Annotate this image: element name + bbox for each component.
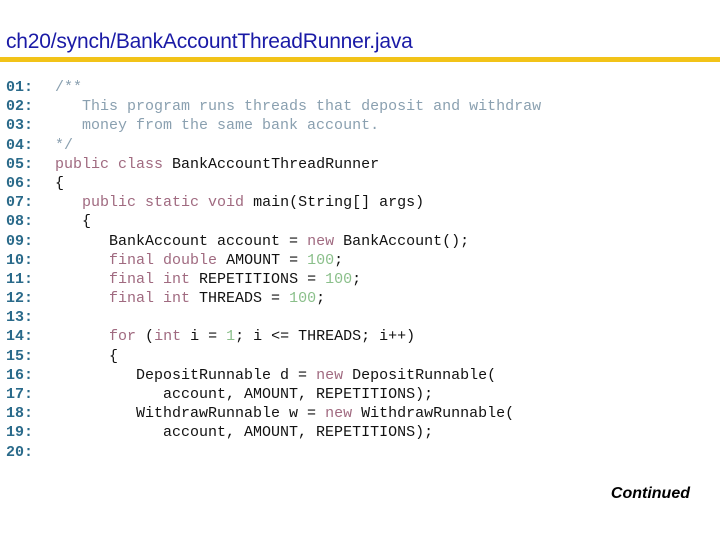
code-line: 12: final int THREADS = 100; — [6, 289, 541, 308]
code-line: 09: BankAccount account = new BankAccoun… — [6, 232, 541, 251]
line-number: 13: — [6, 309, 34, 327]
code-text: i = — [181, 328, 227, 346]
code-text: { — [55, 174, 65, 192]
code-line: 17: account, AMOUNT, REPETITIONS); — [6, 385, 541, 404]
line-number: 04: — [6, 136, 34, 154]
code-text: REPETITIONS = — [190, 270, 326, 288]
code-listing: 01: /** 02: This program runs threads tha… — [6, 78, 541, 462]
code-text: AMOUNT = — [217, 251, 308, 269]
code-text: { — [55, 213, 92, 231]
line-number: 03: — [6, 117, 34, 135]
code-keyword: new — [316, 366, 344, 384]
line-number: 15: — [6, 347, 34, 365]
line-number: 12: — [6, 290, 34, 308]
code-line: 14: for (int i = 1; i <= THREADS; i++) — [6, 327, 541, 346]
line-number: 16: — [6, 366, 34, 384]
code-text: account, AMOUNT, REPETITIONS); — [55, 424, 434, 442]
code-line: 18: WithdrawRunnable w = new WithdrawRun… — [6, 404, 541, 423]
code-line: 04: */ — [6, 136, 541, 155]
code-text: ( — [136, 328, 155, 346]
code-comment: */ — [55, 136, 74, 154]
code-comment: This program runs threads that deposit a… — [55, 98, 542, 116]
code-text: account, AMOUNT, REPETITIONS); — [55, 386, 434, 403]
line-number: 18: — [6, 405, 34, 423]
code-line: 03: money from the same bank account. — [6, 116, 541, 135]
code-comment: /** — [55, 79, 83, 96]
code-keyword: final double — [109, 251, 218, 269]
code-keyword: public static void — [82, 194, 245, 212]
code-line: 19: account, AMOUNT, REPETITIONS); — [6, 423, 541, 442]
code-text: BankAccount(); — [334, 232, 470, 250]
code-number: 100 — [325, 270, 353, 288]
code-keyword: public class — [55, 155, 164, 173]
line-number: 07: — [6, 194, 34, 212]
code-keyword: for — [109, 328, 137, 346]
code-line: 10: final double AMOUNT = 100; — [6, 251, 541, 270]
line-number: 01: — [6, 79, 34, 96]
line-number: 09: — [6, 232, 34, 250]
code-text: BankAccountThreadRunner — [163, 155, 380, 173]
code-text: ; i <= THREADS; i++) — [235, 328, 416, 346]
title-underline-rule — [0, 57, 720, 62]
code-keyword: final int — [109, 270, 191, 288]
code-line: 13: — [6, 308, 541, 327]
code-line: 20: — [6, 443, 541, 462]
code-line: 01: /** — [6, 78, 541, 97]
line-number: 08: — [6, 213, 34, 231]
code-text: DepositRunnable( — [343, 366, 497, 384]
code-number: 1 — [226, 328, 236, 346]
code-text: { — [55, 347, 119, 365]
code-text: main(String[] args) — [244, 194, 425, 212]
code-line: 06: { — [6, 174, 541, 193]
code-line: 16: DepositRunnable d = new DepositRunna… — [6, 366, 541, 385]
code-line: 11: final int REPETITIONS = 100; — [6, 270, 541, 289]
code-keyword: new — [325, 405, 353, 423]
line-number: 11: — [6, 270, 34, 288]
code-keyword: final int — [109, 290, 191, 308]
code-line: 07: public static void main(String[] arg… — [6, 193, 541, 212]
line-number: 17: — [6, 386, 34, 403]
code-line: 05: public class BankAccountThreadRunner — [6, 155, 541, 174]
code-text: THREADS = — [190, 290, 290, 308]
code-text: DepositRunnable d = — [55, 366, 317, 384]
code-text: BankAccount account = — [55, 232, 308, 250]
code-text: ; — [334, 251, 344, 269]
line-number: 05: — [6, 155, 34, 173]
code-text: ; — [352, 270, 362, 288]
code-line: 08: { — [6, 212, 541, 231]
code-text: WithdrawRunnable( — [352, 405, 515, 423]
slide-title: ch20/synch/BankAccountThreadRunner.java — [6, 30, 413, 53]
code-keyword: new — [307, 232, 335, 250]
code-text: WithdrawRunnable w = — [55, 405, 326, 423]
line-number: 20: — [6, 443, 34, 461]
code-line: 15: { — [6, 347, 541, 366]
code-number: 100 — [289, 290, 317, 308]
code-comment: money from the same bank account. — [55, 117, 380, 135]
code-keyword: int — [154, 328, 182, 346]
line-number: 19: — [6, 424, 34, 442]
code-line: 02: This program runs threads that depos… — [6, 97, 541, 116]
code-number: 100 — [307, 251, 335, 269]
continued-label: Continued — [610, 485, 690, 502]
line-number: 06: — [6, 174, 34, 192]
line-number: 14: — [6, 328, 34, 346]
line-number: 10: — [6, 251, 34, 269]
code-text: ; — [316, 290, 326, 308]
line-number: 02: — [6, 98, 34, 116]
